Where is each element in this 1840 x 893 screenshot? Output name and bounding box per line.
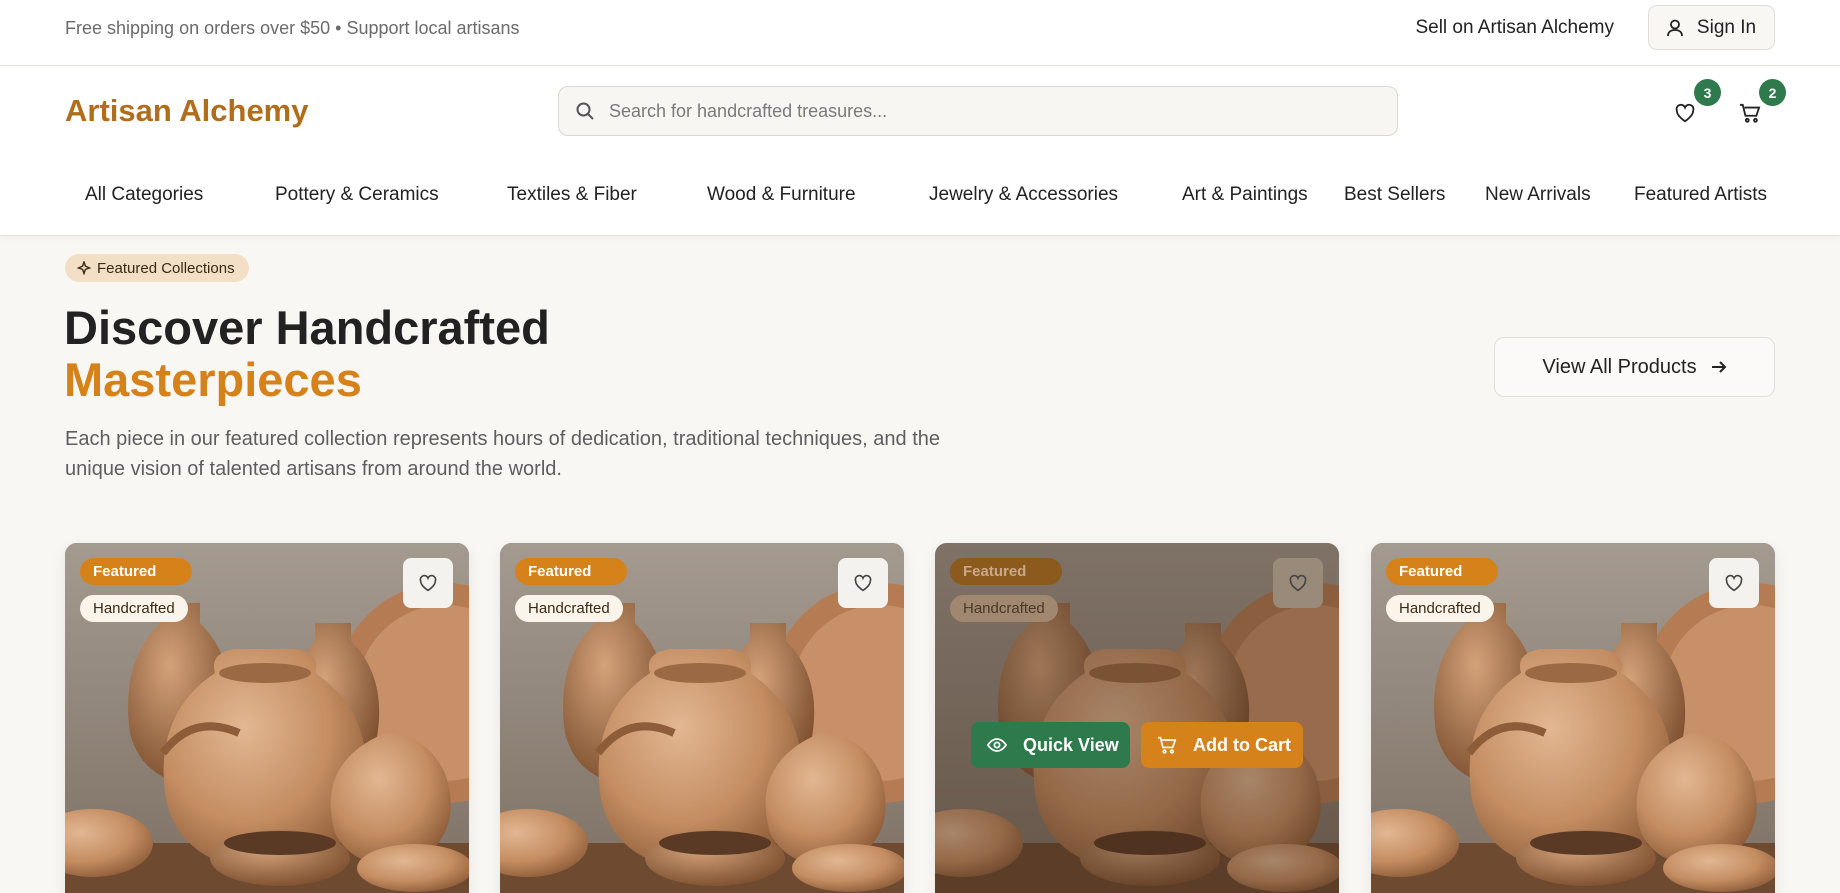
- cart-icon: [1740, 103, 1761, 123]
- view-all-products-button[interactable]: View All Products: [1494, 337, 1775, 397]
- product-card[interactable]: Featured Handcrafted: [1371, 543, 1775, 893]
- nav-item-new-arrivals[interactable]: New Arrivals: [1485, 184, 1591, 206]
- featured-collections-pill: Featured Collections: [65, 254, 249, 282]
- handcrafted-tag: Handcrafted: [80, 595, 188, 622]
- wishlist-count-badge: 3: [1694, 79, 1721, 106]
- wishlist-button[interactable]: 3: [1671, 79, 1721, 127]
- cart-count-badge: 2: [1759, 79, 1786, 106]
- quick-view-button[interactable]: Quick View: [971, 722, 1130, 768]
- pill-label: Featured Collections: [97, 259, 235, 277]
- cart-icon: [1158, 736, 1177, 754]
- favorite-button[interactable]: [1273, 558, 1323, 608]
- sign-in-label: Sign In: [1696, 16, 1757, 38]
- site-logo[interactable]: Artisan Alchemy: [65, 93, 309, 129]
- favorite-button[interactable]: [838, 558, 888, 608]
- arrow-right-icon: [1711, 361, 1726, 373]
- featured-tag: Featured: [1386, 558, 1498, 585]
- add-to-cart-label: Add to Cart: [1193, 734, 1291, 755]
- nav-item-art-paintings[interactable]: Art & Paintings: [1182, 184, 1308, 206]
- product-card[interactable]: Featured Handcrafted Quick View Add to C…: [935, 543, 1339, 893]
- heart-icon: [1675, 103, 1695, 123]
- eye-icon: [987, 738, 1007, 752]
- nav-item-wood-furniture[interactable]: Wood & Furniture: [707, 184, 856, 206]
- promo-text: Free shipping on orders over $50 • Suppo…: [65, 18, 520, 38]
- quick-view-label: Quick View: [1023, 734, 1119, 755]
- handcrafted-tag: Handcrafted: [515, 595, 623, 622]
- handcrafted-tag: Handcrafted: [1386, 595, 1494, 622]
- hero-title: Discover Handcrafted: [64, 301, 550, 354]
- search-input[interactable]: [609, 100, 1369, 122]
- site-header: Artisan Alchemy 3 2 All Categories Potte…: [0, 66, 1840, 236]
- heart-icon: [419, 574, 437, 592]
- favorite-button[interactable]: [1709, 558, 1759, 608]
- product-card[interactable]: Featured Handcrafted: [500, 543, 904, 893]
- heart-icon: [854, 574, 872, 592]
- nav-item-best-sellers[interactable]: Best Sellers: [1344, 184, 1445, 206]
- top-bar: Free shipping on orders over $50 • Suppo…: [0, 0, 1840, 66]
- user-icon: [1667, 19, 1683, 36]
- featured-tag: Featured: [515, 558, 627, 585]
- category-nav: All Categories Pottery & Ceramics Textil…: [0, 184, 1840, 218]
- featured-tag: Featured: [950, 558, 1062, 585]
- heart-icon: [1725, 574, 1743, 592]
- hero-title-accent: Masterpieces: [64, 353, 362, 406]
- hero-description: Each piece in our featured collection re…: [65, 428, 940, 480]
- handcrafted-tag: Handcrafted: [950, 595, 1058, 622]
- nav-item-textiles-fiber[interactable]: Textiles & Fiber: [507, 184, 637, 206]
- favorite-button[interactable]: [403, 558, 453, 608]
- heart-icon: [1289, 574, 1307, 592]
- search-bar[interactable]: [558, 86, 1398, 136]
- nav-item-jewelry-accessories[interactable]: Jewelry & Accessories: [929, 184, 1118, 206]
- sparkle-icon: [77, 261, 91, 275]
- sign-in-button[interactable]: Sign In: [1648, 5, 1775, 50]
- sell-link[interactable]: Sell on Artisan Alchemy: [1415, 17, 1614, 39]
- view-all-label: View All Products: [1542, 355, 1697, 378]
- product-card[interactable]: Featured Handcrafted: [65, 543, 469, 893]
- nav-item-featured-artists[interactable]: Featured Artists: [1634, 184, 1767, 206]
- cart-button[interactable]: 2: [1736, 79, 1786, 127]
- nav-item-all-categories[interactable]: All Categories: [85, 184, 203, 206]
- search-icon: [576, 102, 594, 120]
- featured-tag: Featured: [80, 558, 192, 585]
- nav-item-pottery-ceramics[interactable]: Pottery & Ceramics: [275, 184, 439, 206]
- add-to-cart-button[interactable]: Add to Cart: [1141, 722, 1303, 768]
